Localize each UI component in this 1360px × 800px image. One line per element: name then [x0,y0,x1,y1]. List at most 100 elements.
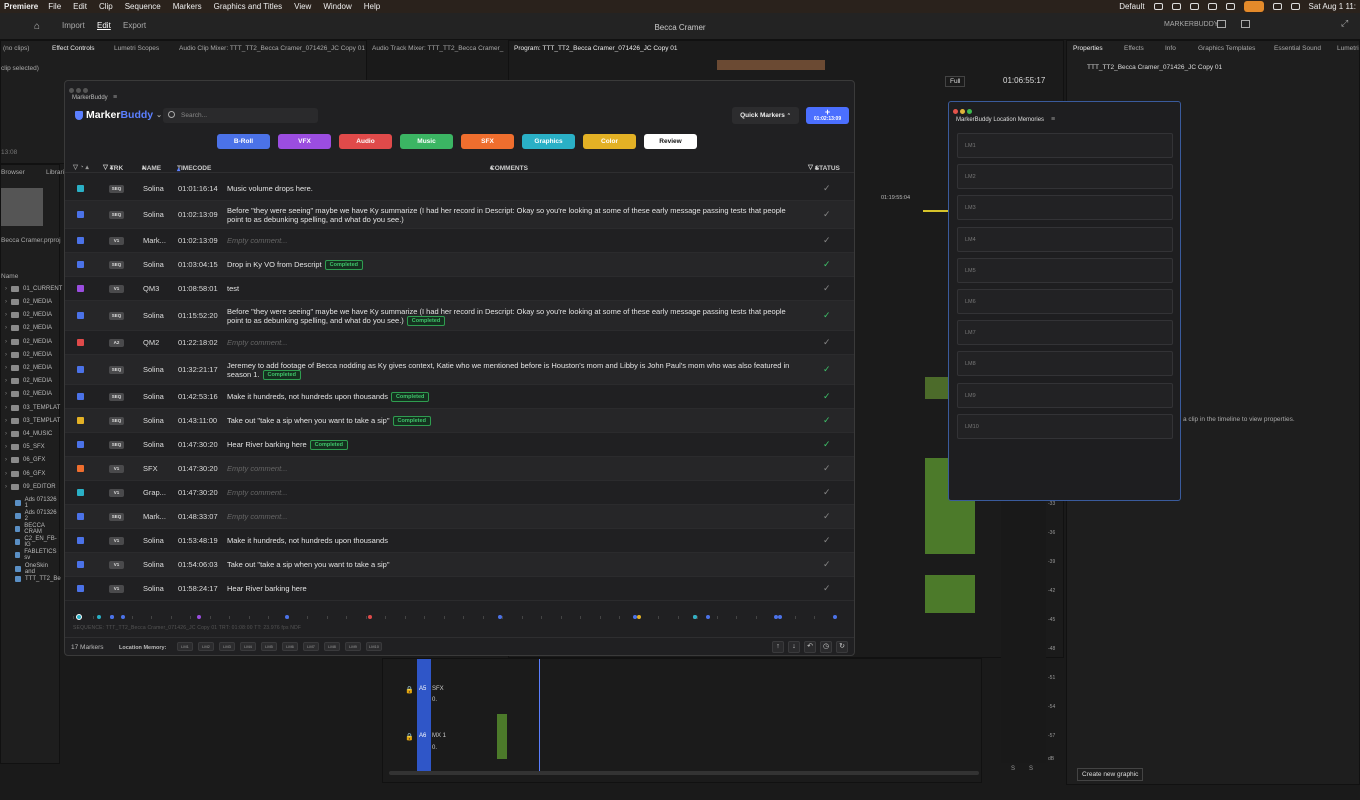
location-memory-chip[interactable]: LM9 [345,642,361,651]
folder-row[interactable]: › 04_MUSIC [5,431,52,437]
status-check-icon[interactable]: ✓ [823,439,831,450]
marker-timecode[interactable]: 01:15:52:20 [178,311,218,320]
marker-comment[interactable]: Music volume drops here. [227,184,792,193]
location-memory-chip[interactable]: LM8 [324,642,340,651]
marker-row[interactable]: SEQ Solina 01:43:11:00 Take out "take a sip… [65,409,854,433]
location-memory-slot[interactable]: LM8 [957,351,1173,377]
status-check-icon[interactable]: ✓ [823,583,831,594]
marker-name[interactable]: Solina [143,536,164,545]
marker-color-swatch[interactable] [77,441,84,448]
marker-timecode[interactable]: 01:54:06:03 [178,560,218,569]
menu-graphics[interactable]: Graphics and Titles [214,2,282,11]
marker-comment[interactable]: Hear River barking here Completed [227,440,792,450]
marker-comment[interactable]: Empty comment... [227,236,792,245]
location-memory-chip[interactable]: LM4 [240,642,256,651]
marker-timecode[interactable]: 01:02:13:09 [178,210,218,219]
marker-row[interactable]: SEQ Solina 01:42:53:16 Make it hundreds, no… [65,385,854,409]
minimap-marker-dot[interactable] [109,615,114,619]
marker-row[interactable]: V1 Mark... 01:02:13:09 Empty comment... ✓ [65,229,854,253]
quick-markers-button[interactable]: Quick Markers ⌃ [732,107,799,124]
marker-name[interactable]: Solina [143,416,164,425]
close-icon[interactable] [69,88,74,93]
col-status[interactable]: ▽ STATUS ▴ [808,163,840,172]
menu-clip[interactable]: Clip [99,2,113,11]
program-title[interactable]: Program: TTT_TT2_Becca Cramer_071426_JC … [514,45,678,52]
marker-color-swatch[interactable] [77,585,84,592]
tab-graphics-templates[interactable]: Graphics Templates [1198,45,1255,52]
lock-icon[interactable]: 🔒 [405,686,414,694]
panel-menu-icon[interactable]: ≡ [113,94,117,101]
search-input[interactable]: Search... [163,108,318,123]
menu-markers[interactable]: Markers [173,2,202,11]
wifi-icon[interactable] [1272,3,1282,10]
location-memory-slot[interactable]: LM9 [957,382,1173,408]
minimap-marker-dot[interactable] [196,615,201,619]
tab-effects[interactable]: Effects [1124,45,1144,52]
folder-row[interactable]: › 02_MEDIA [5,339,52,345]
col-trk[interactable]: ▽ TRK ▴ [103,163,123,172]
marker-color-swatch[interactable] [77,489,84,496]
minimap-marker-dot[interactable] [368,615,373,619]
marker-name[interactable]: Solina [143,365,164,374]
marker-name[interactable]: Solina [143,560,164,569]
marker-minimap[interactable] [73,612,851,620]
marker-comment[interactable]: Make it hundreds, not hundreds upon thou… [227,536,792,545]
status-icon[interactable] [1171,3,1181,10]
file-row[interactable]: Ads 071326 1 [15,497,59,509]
file-row[interactable]: BECCA CRAM [15,523,59,535]
timeline-scrollbar[interactable] [389,771,979,775]
status-icon[interactable] [1225,3,1235,10]
marker-comment[interactable]: Before "they were seeing" maybe we have … [227,206,792,224]
marker-comment[interactable]: Take out "take a sip when you want to ta… [227,560,792,569]
location-memory-chip[interactable]: LM2 [198,642,214,651]
folder-row[interactable]: › 02_MEDIA [5,299,52,305]
minimap-marker-dot[interactable] [120,615,125,619]
location-memory-slot[interactable]: LM1 [957,133,1173,158]
minimap-marker-dot[interactable] [777,615,782,619]
status-check-icon[interactable]: ✓ [823,364,831,375]
status-check-icon[interactable]: ✓ [823,559,831,570]
minimize-icon[interactable] [960,109,965,114]
marker-color-swatch[interactable] [77,339,84,346]
name-column-header[interactable]: Name [1,273,18,280]
file-row[interactable]: TTT_TT2_Be [15,576,61,582]
logo[interactable]: Marker Buddy ⌄ [75,109,162,121]
file-row[interactable]: C2_EN_FB-IG [15,536,59,548]
tab-audio-track-mixer[interactable]: Audio Track Mixer: TTT_TT2_Becca Cramer_ [372,45,503,52]
location-memory-slot[interactable]: LM7 [957,320,1173,346]
status-check-icon[interactable]: ✓ [823,183,831,194]
marker-comment[interactable]: Make it hundreds, not hundreds upon thou… [227,392,792,402]
folder-row[interactable]: › 03_TEMPLAT [5,405,60,411]
minimap-marker-dot[interactable] [833,615,838,619]
marker-name[interactable]: SFX [143,464,158,473]
history-icon[interactable]: ◷ [820,641,832,653]
fit-select[interactable]: Full [945,76,966,87]
folder-row[interactable]: › 02_MEDIA [5,378,52,384]
tab-export[interactable]: Export [123,21,146,30]
marker-comment[interactable]: Hear River barking here [227,584,792,593]
minimap-marker-dot[interactable] [692,615,697,619]
folder-row[interactable]: › 02_MEDIA [5,312,52,318]
marker-comment[interactable]: Empty comment... [227,464,792,473]
location-memory-slot[interactable]: LM2 [957,164,1173,190]
minimap-playhead[interactable] [76,614,82,620]
tab-essential-sound[interactable]: Essential Sound [1274,45,1321,52]
marker-comment[interactable]: Before "they were seeing" maybe we have … [227,307,792,326]
tab-properties[interactable]: Properties [1073,45,1103,52]
category-button-graphics[interactable]: Graphics [522,134,575,149]
marker-color-swatch[interactable] [77,513,84,520]
solo-left[interactable]: S [1011,766,1015,772]
status-check-icon[interactable]: ✓ [823,511,831,522]
status-check-icon[interactable]: ✓ [823,415,831,426]
status-check-icon[interactable]: ✓ [823,209,831,220]
minimap-marker-dot[interactable] [97,615,102,619]
status-check-icon[interactable]: ✓ [823,535,831,546]
status-check-icon[interactable]: ✓ [823,259,831,270]
marker-timecode[interactable]: 01:32:21:17 [178,365,218,374]
status-check-icon[interactable]: ✓ [823,391,831,402]
marker-timecode[interactable]: 01:53:48:19 [178,536,218,545]
col-comments[interactable]: COMMENTS ▴ [490,163,528,172]
location-memory-chip[interactable]: LM1 [177,642,193,651]
marker-row[interactable]: SEQ Solina 01:02:13:09 Before "they were se… [65,201,854,229]
tab-edit[interactable]: Edit [97,21,111,30]
